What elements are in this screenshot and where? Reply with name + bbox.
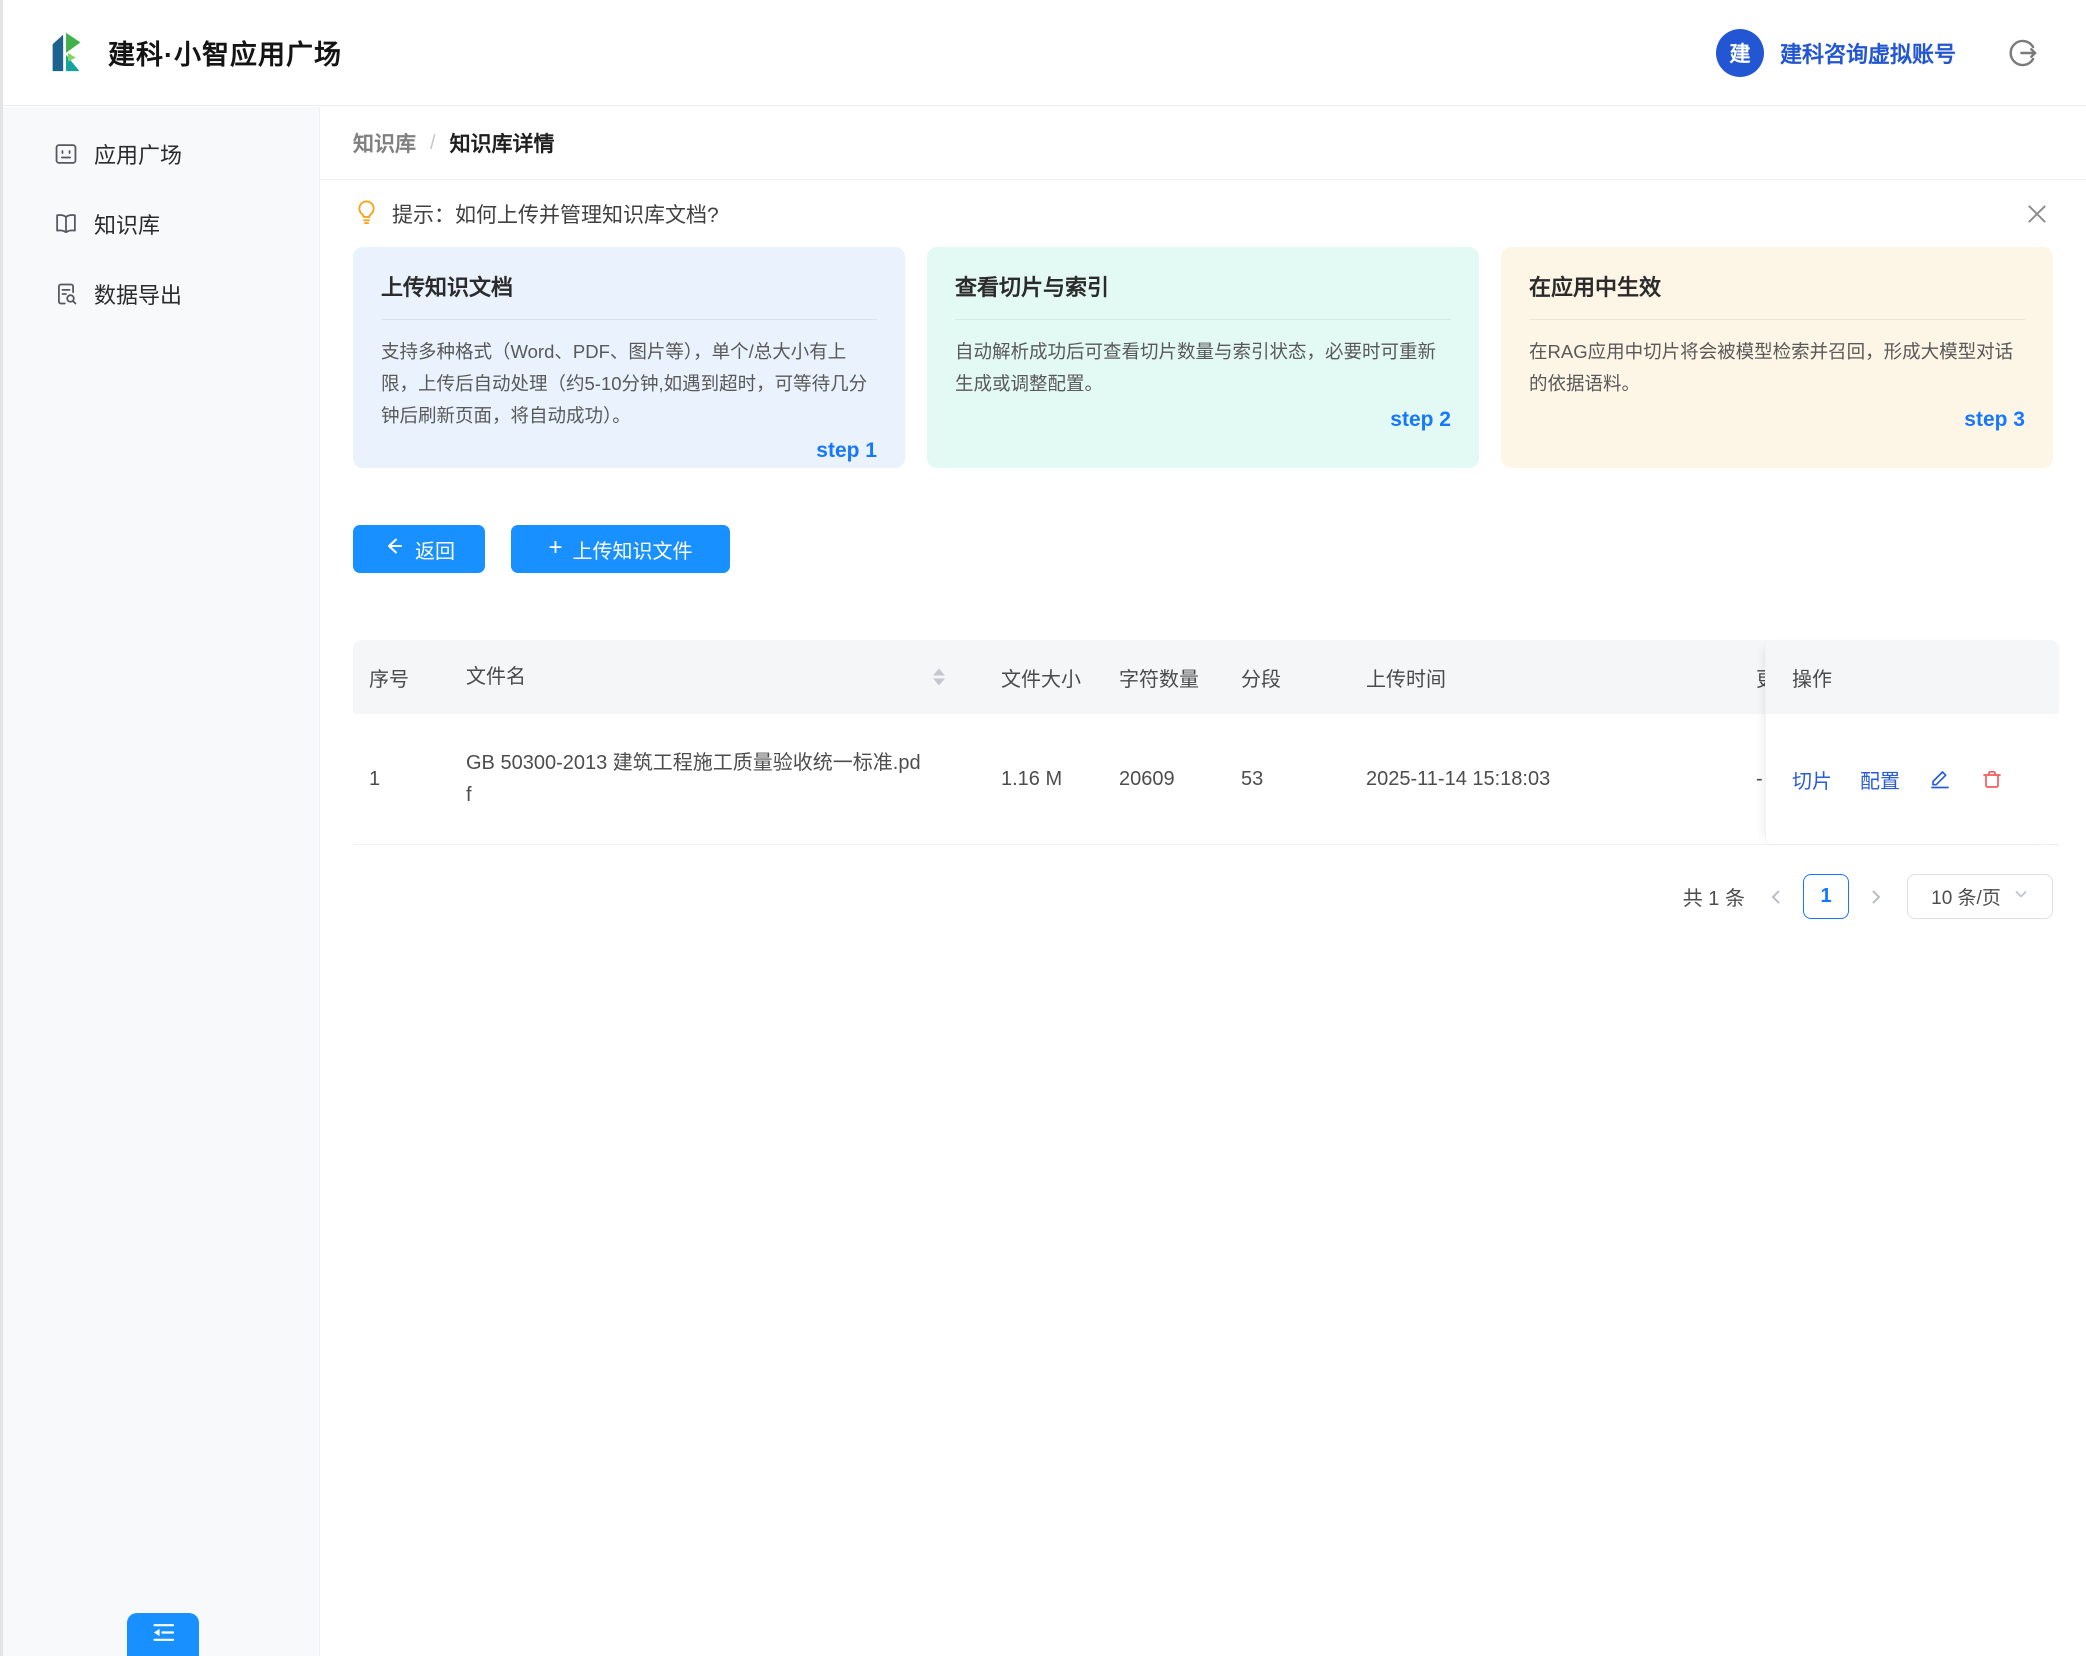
tip-text: 提示：如何上传并管理知识库文档? [392, 199, 719, 229]
delete-icon[interactable] [1980, 767, 2004, 791]
pagination: 共 1 条 1 10 条/页 [320, 874, 2053, 919]
slice-link[interactable]: 切片 [1792, 765, 1832, 794]
step-label: step 1 [381, 439, 877, 463]
col-header-size: 文件大小 [985, 663, 1103, 692]
step-card-body: 自动解析成功后可查看切片数量与索引状态，必要时可重新生成或调整配置。 [955, 336, 1451, 400]
step-card-title: 上传知识文档 [381, 270, 877, 320]
next-page-icon[interactable] [1867, 888, 1885, 906]
step-card-slices: 查看切片与索引 自动解析成功后可查看切片数量与索引状态，必要时可重新生成或调整配… [927, 247, 1479, 468]
edit-icon[interactable] [1928, 767, 1952, 791]
sidebar-collapse-button[interactable] [127, 1613, 199, 1656]
plus-icon: + [548, 536, 562, 560]
tip-bar: 提示：如何上传并管理知识库文档? [320, 180, 2086, 247]
app-plaza-icon [53, 141, 79, 167]
page-size-select[interactable]: 10 条/页 [1907, 874, 2053, 919]
cell-size: 1.16 M [985, 768, 1103, 791]
breadcrumb-separator: / [430, 132, 436, 155]
prev-page-icon[interactable] [1767, 888, 1785, 906]
app-title: 建科·小智应用广场 [108, 33, 342, 72]
close-icon[interactable] [2024, 201, 2050, 227]
lightbulb-icon [353, 198, 380, 230]
sidebar-item-data-export[interactable]: 数据导出 [3, 259, 319, 329]
cell-chars: 20609 [1103, 768, 1225, 791]
sidebar-item-knowledge-base[interactable]: 知识库 [3, 189, 319, 259]
cell-filename: GB 50300-2013 建筑工程施工质量验收统一标准.pdf [450, 747, 985, 811]
toolbar: 返回 + 上传知识文件 [320, 525, 2086, 573]
upload-button-label: 上传知识文件 [573, 535, 693, 564]
cell-segments: 53 [1225, 768, 1350, 791]
cell-index: 1 [353, 768, 450, 791]
files-table: 序号 文件名 文件大小 字符数量 分段 上传时间 更 1 GB 50300-20… [353, 640, 2059, 845]
col-header-index: 序号 [353, 663, 450, 692]
cell-uploaded: 2025-11-14 15:18:03 [1350, 768, 1740, 791]
step-cards: 上传知识文档 支持多种格式（Word、PDF、图片等），单个/总大小有上限，上传… [320, 247, 2086, 468]
back-button-label: 返回 [415, 535, 455, 564]
col-header-actions: 操作 [1766, 640, 2059, 714]
step-label: step 2 [955, 408, 1451, 432]
col-header-chars: 字符数量 [1103, 663, 1225, 692]
step-card-title: 在应用中生效 [1529, 270, 2025, 320]
pagination-total: 共 1 条 [1683, 882, 1745, 911]
step-card-body: 在RAG应用中切片将会被模型检索并召回，形成大模型对话的依据语料。 [1529, 336, 2025, 400]
col-header-segments: 分段 [1225, 663, 1350, 692]
col-header-filename-label: 文件名 [466, 666, 526, 688]
upload-file-button[interactable]: + 上传知识文件 [511, 525, 730, 573]
screen-edge [0, 0, 3, 1656]
sidebar: 应用广场 知识库 数据导出 [3, 107, 320, 1656]
app-logo-icon [44, 27, 90, 78]
account-name[interactable]: 建科咨询虚拟账号 [1780, 37, 1956, 69]
avatar[interactable]: 建 [1716, 29, 1764, 77]
col-header-filename[interactable]: 文件名 [450, 661, 985, 693]
step-card-title: 查看切片与索引 [955, 270, 1451, 320]
top-header: 建科·小智应用广场 建 建科咨询虚拟账号 [0, 0, 2086, 106]
header-account-area: 建 建科咨询虚拟账号 [1716, 29, 2038, 77]
sort-icon[interactable] [933, 669, 945, 686]
collapse-sidebar-icon [150, 1619, 177, 1651]
page-size-value: 10 条/页 [1931, 883, 2001, 910]
knowledge-base-icon [53, 211, 79, 237]
breadcrumb: 知识库 / 知识库详情 [320, 107, 2086, 180]
step-card-body: 支持多种格式（Word、PDF、图片等），单个/总大小有上限，上传后自动处理（约… [381, 336, 877, 431]
breadcrumb-parent[interactable]: 知识库 [353, 128, 416, 158]
data-export-icon [53, 281, 79, 307]
page-number-button[interactable]: 1 [1803, 874, 1849, 919]
brand: 建科·小智应用广场 [44, 27, 342, 78]
logout-icon[interactable] [2006, 37, 2038, 69]
col-header-uploaded: 上传时间 [1350, 663, 1740, 692]
sidebar-item-label: 应用广场 [94, 138, 182, 170]
back-button[interactable]: 返回 [353, 525, 485, 573]
chevron-down-icon [2013, 886, 2029, 908]
step-card-rag: 在应用中生效 在RAG应用中切片将会被模型检索并召回，形成大模型对话的依据语料。… [1501, 247, 2053, 468]
config-link[interactable]: 配置 [1860, 765, 1900, 794]
step-card-upload: 上传知识文档 支持多种格式（Word、PDF、图片等），单个/总大小有上限，上传… [353, 247, 905, 468]
main-content: 知识库 / 知识库详情 提示：如何上传并管理知识库文档? 上传知识文档 支持 [320, 107, 2086, 1656]
arrow-left-icon [383, 535, 405, 563]
sidebar-item-label: 知识库 [94, 208, 160, 240]
breadcrumb-current: 知识库详情 [450, 128, 555, 158]
sidebar-item-label: 数据导出 [94, 278, 182, 310]
fixed-actions-column: 操作 切片 配置 [1765, 640, 2059, 845]
sidebar-item-app-plaza[interactable]: 应用广场 [3, 119, 319, 189]
step-label: step 3 [1529, 408, 2025, 432]
row-actions: 切片 配置 [1766, 714, 2059, 845]
